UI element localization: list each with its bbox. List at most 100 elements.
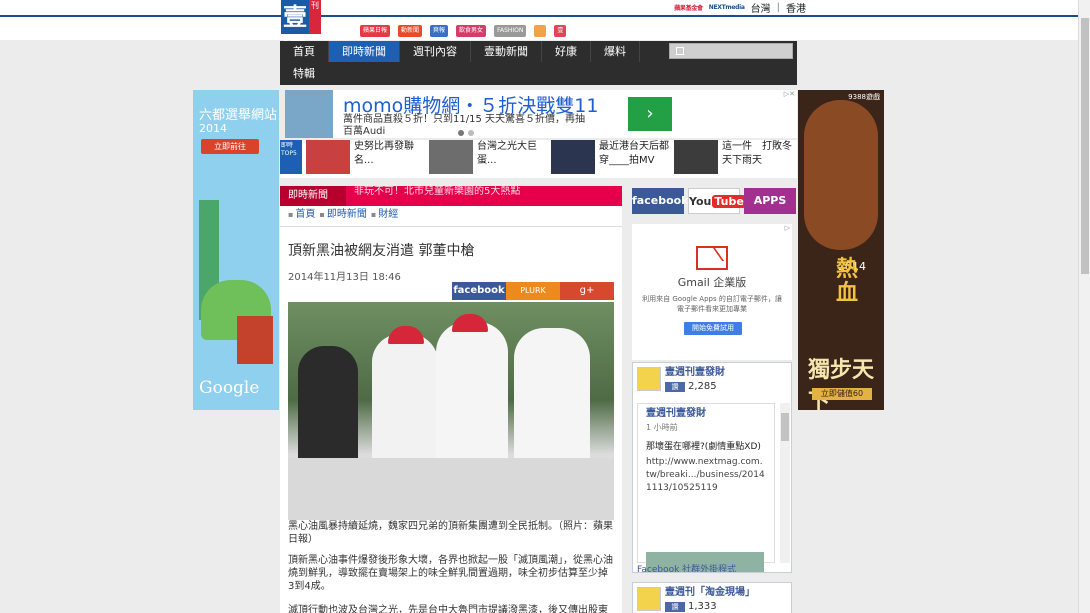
social-links: facebook You Tube APPS	[632, 188, 796, 214]
article-date: 2014年11月13日 18:46	[288, 272, 401, 283]
game-character-illustration	[804, 100, 878, 250]
momo-banner-ad[interactable]: momo購物網・５折決戰雙11 萬件商品直殺５折！只到11/15 天天驚喜５折價…	[285, 90, 797, 138]
left-ad-button[interactable]: 立即前往	[201, 139, 259, 154]
brand-animated-news[interactable]: 動新聞	[398, 25, 423, 37]
breadcrumb-finance[interactable]: 財經	[371, 208, 398, 222]
facebook-link[interactable]: facebook	[632, 188, 689, 214]
fb-post-time[interactable]: 1 小時前	[646, 422, 766, 433]
nav-realtime-news[interactable]: 即時新聞	[329, 41, 400, 62]
share-facebook-button[interactable]: facebook	[452, 282, 506, 300]
youtube-link[interactable]: You Tube	[688, 188, 746, 214]
news-ticker[interactable]: 非玩不可！北市兒童新樂園的5大熱點	[354, 186, 520, 198]
page-avatar[interactable]	[637, 367, 661, 391]
fb-post-link[interactable]: http://www.nextmag.com.tw/breaki.../busi…	[646, 456, 766, 495]
article-photo[interactable]	[288, 302, 614, 520]
momo-ad-thumbnail	[285, 90, 333, 138]
gmail-icon	[696, 246, 728, 270]
nav-specials[interactable]: 特輯	[280, 62, 328, 85]
google-logo: Google	[199, 378, 260, 398]
red-cap	[452, 314, 488, 332]
main-nav: 首頁 即時新聞 週刊內容 壹動新聞 好康 爆料 特輯	[280, 41, 797, 85]
top-links: 蘋果基金會 NEXTmedia 台灣 | 香港	[674, 0, 806, 15]
brand-row: 蘋果日報 動新聞 爽報 飲食男女 FASHION 壹	[360, 25, 567, 37]
top-story-thumb	[551, 140, 595, 174]
nav-tips[interactable]: 爆料	[591, 41, 640, 62]
page-scrollbar[interactable]	[1078, 0, 1090, 613]
apps-link[interactable]: APPS	[744, 188, 796, 214]
nav-video-news[interactable]: 壹動新聞	[471, 41, 542, 62]
carousel-dot[interactable]	[458, 130, 464, 136]
left-ad-year: 2014	[199, 122, 227, 135]
photo-caption: 黑心油風暴持續延燒，魏家四兄弟的頂新集團遭到全民抵制。（照片：蘋果日報）	[288, 521, 613, 545]
region-hongkong-link[interactable]: 香港	[786, 0, 806, 15]
momo-ad-go-button[interactable]: ›	[628, 97, 672, 131]
left-election-ad[interactable]: 六都選舉網站 2014 立即前往 Google	[193, 90, 279, 410]
carousel-dots	[458, 130, 474, 136]
youtube-tube: Tube	[712, 195, 746, 208]
fb-page-name[interactable]: 壹週刊「淘金現場」	[665, 587, 755, 599]
section-tag[interactable]: 即時新聞	[280, 186, 346, 206]
carousel-dot[interactable]	[468, 130, 474, 136]
top-story-thumb	[306, 140, 350, 174]
top-story-item[interactable]: 這一件 打敗冬天下雨天	[674, 140, 792, 174]
temple-illustration	[237, 316, 273, 364]
top-story-item[interactable]: 最近港台天后都穿____拍MV	[551, 140, 669, 174]
logo-side: 刊	[309, 0, 321, 34]
fb-post-author[interactable]: 壹週刊壹發財	[646, 408, 766, 420]
gmail-ad-button[interactable]: 開始免費試用	[684, 322, 742, 335]
logo-mark: 壹週	[281, 0, 309, 65]
game-cta-button[interactable]: 立即儲值60	[812, 388, 872, 400]
top-story-title[interactable]: 史努比再發聯名...	[354, 140, 424, 174]
fb-like-button[interactable]: 讚	[665, 601, 685, 612]
adchoices-icon[interactable]: ▷	[785, 224, 790, 232]
brand-icon-a[interactable]	[534, 25, 547, 37]
fb-plugin-footer[interactable]: Facebook 社群外掛程式	[637, 562, 736, 572]
gmail-ad[interactable]: ▷ Gmail 企業版 利用來自 Google Apps 的自訂電子郵件，讓電子…	[632, 224, 792, 360]
brand-sharp-daily[interactable]: 爽報	[430, 25, 449, 37]
adchoices-icon[interactable]: ▷✕	[784, 90, 795, 98]
top-divider	[0, 15, 1078, 17]
search-icon	[676, 47, 684, 55]
top-story-title[interactable]: 台灣之光大巨蛋...	[477, 140, 547, 174]
nav-deals[interactable]: 好康	[542, 41, 591, 62]
scroll-thumb[interactable]	[1081, 18, 1089, 274]
apple-foundation-link[interactable]: 蘋果基金會	[674, 3, 703, 12]
fb-widget-header: 壹週刊壹發財 讚 2,285	[637, 367, 725, 392]
brand-eat-and-travel[interactable]: 飲食男女	[456, 25, 487, 37]
top-story-item[interactable]: 台灣之光大巨蛋...	[429, 140, 547, 174]
top-story-item[interactable]: 史努比再發聯名...	[306, 140, 424, 174]
breadcrumb-realtime[interactable]: 即時新聞	[319, 208, 367, 222]
top-story-thumb	[674, 140, 718, 174]
nav-weekly-content[interactable]: 週刊內容	[400, 41, 471, 62]
share-plurk-button[interactable]: PLURK	[506, 282, 560, 300]
brand-apple-daily[interactable]: 蘋果日報	[360, 25, 391, 37]
nextmedia-link[interactable]: NEXTmedia	[709, 4, 745, 11]
nav-home[interactable]: 首頁	[280, 41, 329, 62]
search-input[interactable]	[669, 43, 793, 59]
top-story-title[interactable]: 最近港台天后都穿____拍MV	[599, 140, 669, 174]
article-paragraph: 滅頂行動也波及台灣之光，先是台中大魯門市提議潑黑漆，後又傳出股東投資	[288, 605, 608, 613]
fb-widget-scrollbar[interactable]	[780, 403, 790, 563]
region-taiwan-link[interactable]: 台灣	[751, 0, 771, 15]
share-gplus-button[interactable]: g+	[560, 282, 614, 300]
fb-page-name[interactable]: 壹週刊壹發財	[665, 367, 725, 379]
share-buttons: facebook PLURK g+	[452, 282, 614, 300]
right-game-ad[interactable]: 9388遊戲 2014 熱血 獨步天下 立即儲值60	[798, 90, 884, 410]
top-stories-strip: 即時TOP5 史努比再發聯名... 台灣之光大巨蛋... 最近港台天后都穿___…	[280, 140, 797, 178]
page-avatar[interactable]	[637, 587, 661, 611]
youtube-label: You	[689, 195, 712, 208]
gmail-ad-title: Gmail 企業版	[677, 276, 747, 289]
region-separator: |	[776, 1, 780, 13]
top-story-title[interactable]: 這一件 打敗冬天下雨天	[722, 140, 792, 174]
brand-fashion[interactable]: FASHION	[494, 25, 527, 37]
brand-icon-b[interactable]: 壹	[554, 25, 567, 37]
section-bar: 即時新聞 非玩不可！北市兒童新樂園的5大熱點	[280, 186, 622, 206]
breadcrumb-home[interactable]: 首頁	[288, 208, 315, 222]
scroll-thumb[interactable]	[781, 413, 789, 441]
game-tagline: 熱血	[836, 257, 859, 306]
divider	[280, 226, 622, 227]
gmail-ad-desc: 利用來自 Google Apps 的自訂電子郵件，讓電子郵件看來更加專業	[642, 295, 782, 313]
breadcrumb: 首頁 即時新聞 財經	[288, 208, 398, 222]
fb-like-button[interactable]: 讚	[665, 381, 685, 392]
site-logo[interactable]: 壹週 刊	[281, 0, 321, 65]
